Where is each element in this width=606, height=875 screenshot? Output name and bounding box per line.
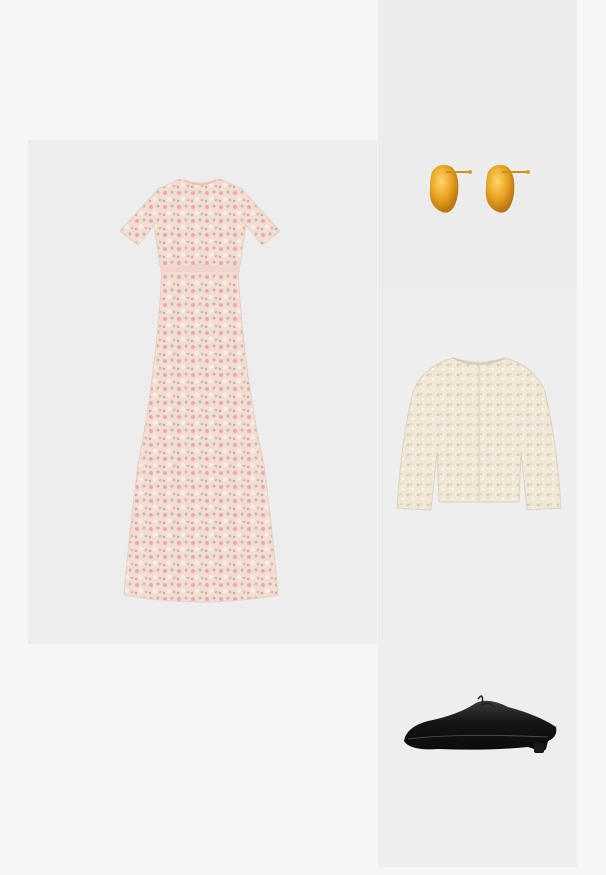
jacket-image[interactable] xyxy=(395,352,563,514)
earrings-tile xyxy=(378,0,577,289)
shoe-image[interactable] xyxy=(398,693,560,763)
dress-image[interactable] xyxy=(120,175,280,605)
earrings-image[interactable] xyxy=(424,160,534,220)
